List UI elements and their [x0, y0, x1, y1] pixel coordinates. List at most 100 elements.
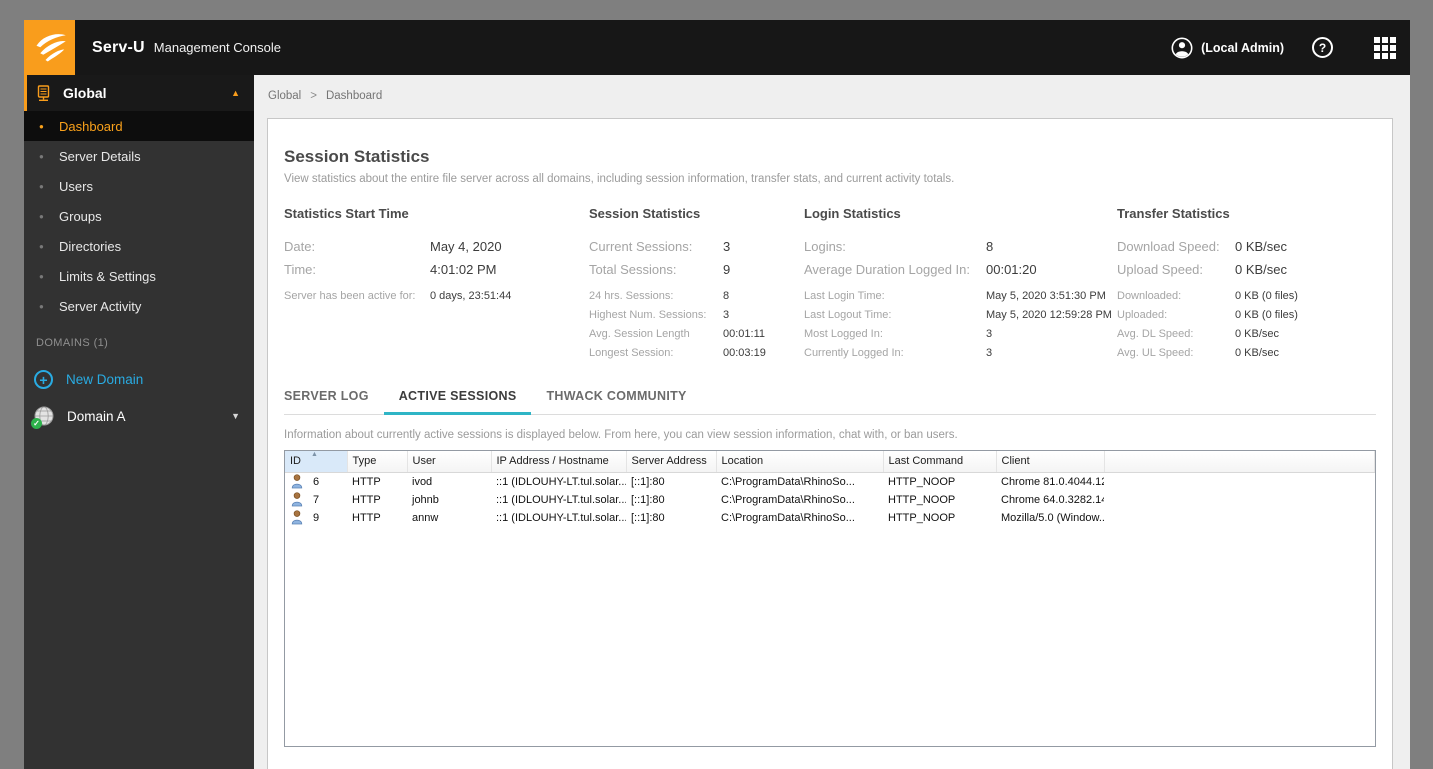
sidebar-item-directories[interactable]: ● Directories	[24, 231, 254, 261]
check-badge-icon: ✓	[31, 418, 42, 429]
stat-row: Avg. DL Speed: 0 KB/sec	[1117, 328, 1280, 340]
top-bar: Serv-U Management Console (Local Admin) …	[24, 20, 1410, 75]
column-header-location[interactable]: Location	[716, 451, 884, 473]
stat-column-header: Login Statistics	[804, 206, 901, 221]
stat-row: Currently Logged In: 3	[804, 347, 993, 359]
stat-row: Time: 4:01:02 PM	[284, 262, 497, 277]
stat-row: Highest Num. Sessions: 3	[589, 309, 730, 321]
bullet-icon: ●	[39, 121, 44, 131]
column-header-client[interactable]: Client	[996, 451, 1105, 473]
stat-row: Uploaded: 0 KB (0 files)	[1117, 309, 1298, 321]
top-bar-right: (Local Admin) ?	[1171, 20, 1410, 75]
help-button[interactable]: ?	[1312, 37, 1333, 58]
stat-row: Current Sessions: 3	[589, 239, 731, 254]
tab-bar: SERVER LOG ACTIVE SESSIONS THWACK COMMUN…	[284, 389, 1376, 415]
column-header-empty	[1104, 451, 1375, 473]
statistics-section: Statistics Start Time Date: May 4, 2020 T…	[284, 206, 1376, 366]
column-header-ip-hostname[interactable]: IP Address / Hostname	[491, 451, 627, 473]
bullet-icon: ●	[39, 211, 44, 221]
stat-row: Avg. Session Length 00:01:11	[589, 328, 766, 340]
table-header-row: ▲ ID Type User IP Address / Hostname Serv…	[285, 451, 1375, 473]
column-header-last-command[interactable]: Last Command	[883, 451, 997, 473]
tab-description: Information about currently active sessi…	[284, 429, 958, 441]
sidebar-item-domain-a[interactable]: ✓ Domain A ▼	[24, 405, 254, 429]
plus-circle-icon: +	[34, 370, 53, 389]
sidebar-item-dashboard[interactable]: ● Dashboard	[24, 111, 254, 141]
breadcrumb-separator: >	[310, 90, 317, 102]
stat-row: Downloaded: 0 KB (0 files)	[1117, 290, 1298, 302]
stat-column-transfer-statistics: Transfer Statistics Download Speed: 0 KB/…	[1117, 206, 1376, 366]
sidebar: Global ▲ ● Dashboard ● Server Details ● …	[24, 75, 254, 769]
page-title: Session Statistics	[284, 147, 430, 166]
stat-row: Last Logout Time: May 5, 2020 12:59:28 PM	[804, 309, 1112, 321]
session-user-icon	[291, 492, 303, 507]
stat-row: Download Speed: 0 KB/sec	[1117, 239, 1288, 254]
new-domain-button[interactable]: + New Domain	[24, 370, 254, 389]
sidebar-section-global[interactable]: Global ▲	[24, 75, 254, 111]
sidebar-item-server-activity[interactable]: ● Server Activity	[24, 291, 254, 321]
brand-name: Serv-U	[92, 38, 145, 56]
bullet-icon: ●	[39, 241, 44, 251]
sidebar-item-label: Directories	[59, 238, 122, 254]
stat-row: Average Duration Logged In: 00:01:20	[804, 262, 1037, 277]
tab-active-sessions[interactable]: ACTIVE SESSIONS	[383, 389, 532, 415]
new-domain-label: New Domain	[66, 372, 144, 387]
stat-column-login-statistics: Login Statistics Logins: 8 Average Durati…	[804, 206, 1117, 366]
stat-row: Upload Speed: 0 KB/sec	[1117, 262, 1288, 277]
account-label: (Local Admin)	[1201, 40, 1284, 55]
stat-column-statistics-start-time: Statistics Start Time Date: May 4, 2020 T…	[284, 206, 589, 366]
help-icon: ?	[1318, 40, 1327, 55]
stat-row: Longest Session: 00:03:19	[589, 347, 766, 359]
stat-column-header: Transfer Statistics	[1117, 206, 1230, 221]
collapse-up-icon[interactable]: ▲	[231, 88, 240, 98]
breadcrumb-global[interactable]: Global	[268, 90, 301, 102]
bullet-icon: ●	[39, 301, 44, 311]
bullet-icon: ●	[39, 181, 44, 191]
sidebar-item-server-details[interactable]: ● Server Details	[24, 141, 254, 171]
domain-a-label: Domain A	[67, 408, 126, 424]
globe-icon: ✓	[31, 405, 55, 429]
bullet-icon: ●	[39, 151, 44, 161]
account-menu[interactable]: (Local Admin)	[1171, 37, 1284, 59]
column-header-id[interactable]: ▲ ID	[285, 451, 348, 473]
stat-row: Total Sessions: 9	[589, 262, 731, 277]
stat-row: Most Logged In: 3	[804, 328, 993, 340]
sidebar-global-label: Global	[63, 85, 107, 101]
tab-thwack-community[interactable]: THWACK COMMUNITY	[531, 389, 701, 415]
sidebar-item-label: Groups	[59, 208, 102, 224]
stat-row: Date: May 4, 2020	[284, 239, 502, 254]
sidebar-item-label: Dashboard	[59, 118, 123, 134]
session-row[interactable]: 9 HTTP annw ::1 (IDLOUHY-LT.tul.solar...…	[285, 509, 1375, 527]
main-content: Global > Dashboard Session Statistics Vi…	[254, 75, 1410, 769]
stat-column-header: Statistics Start Time	[284, 206, 409, 221]
dashboard-card: Session Statistics View statistics about…	[267, 118, 1393, 769]
chevron-down-icon[interactable]: ▼	[231, 411, 240, 421]
stat-row: Server has been active for: 0 days, 23:51…	[284, 290, 512, 302]
session-user-icon	[291, 474, 303, 489]
tab-server-log[interactable]: SERVER LOG	[284, 389, 384, 415]
session-user-icon	[291, 510, 303, 525]
stat-row: 24 hrs. Sessions: 8	[589, 290, 730, 302]
app-switcher-button[interactable]	[1359, 36, 1410, 59]
session-row[interactable]: 6 HTTP ivod ::1 (IDLOUHY-LT.tul.solar...…	[285, 472, 1375, 491]
sidebar-item-groups[interactable]: ● Groups	[24, 201, 254, 231]
page-subtitle: View statistics about the entire file se…	[284, 173, 955, 185]
app-window: Serv-U Management Console (Local Admin) …	[24, 20, 1410, 769]
server-icon	[37, 84, 50, 101]
bullet-icon: ●	[39, 271, 44, 281]
session-row[interactable]: 7 HTTP johnb ::1 (IDLOUHY-LT.tul.solar..…	[285, 491, 1375, 509]
domains-section-heading: DOMAINS (1)	[36, 337, 109, 349]
solarwinds-swoosh-icon	[36, 33, 66, 61]
grid-icon	[1373, 36, 1396, 59]
column-header-type[interactable]: Type	[347, 451, 408, 473]
stat-row: Last Login Time: May 5, 2020 3:51:30 PM	[804, 290, 1106, 302]
column-header-server-address[interactable]: Server Address	[626, 451, 717, 473]
sidebar-item-label: Server Details	[59, 148, 141, 164]
stat-column-session-statistics: Session Statistics Current Sessions: 3 To…	[589, 206, 804, 366]
sidebar-item-limits-settings[interactable]: ● Limits & Settings	[24, 261, 254, 291]
stat-column-header: Session Statistics	[589, 206, 701, 221]
sidebar-item-users[interactable]: ● Users	[24, 171, 254, 201]
column-header-user[interactable]: User	[407, 451, 492, 473]
brand: Serv-U Management Console	[92, 20, 281, 75]
solarwinds-logo	[24, 20, 75, 75]
